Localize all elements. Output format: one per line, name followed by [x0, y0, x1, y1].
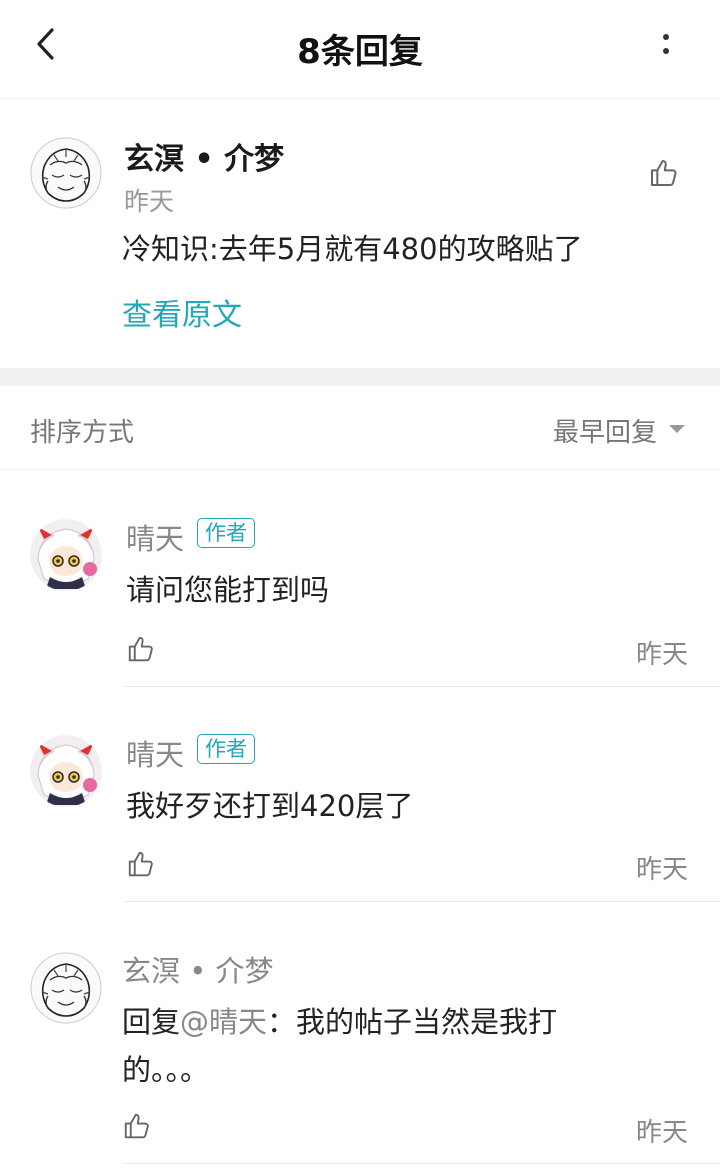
reply-content: 请问您能打到吗 [126, 573, 330, 607]
like-icon[interactable] [126, 848, 156, 880]
more-vertical-icon [663, 34, 669, 40]
like-icon[interactable] [122, 1110, 152, 1142]
op-like-icon[interactable] [648, 156, 680, 190]
reply-text-line2: 的。。。 [122, 1053, 210, 1087]
reply-author-name[interactable]: 晴天 [126, 516, 184, 558]
reply-avatar[interactable] [30, 735, 102, 807]
op-content: 冷知识:去年5月就有480的攻略贴了 [122, 232, 583, 266]
author-badge: 作者 [197, 734, 255, 764]
more-vertical-icon-dot [663, 48, 669, 54]
like-icon[interactable] [126, 633, 156, 665]
caret-down-icon[interactable] [669, 425, 685, 433]
page-title: 8条回复 [297, 32, 423, 72]
avatar-image [30, 735, 102, 807]
reply-timestamp: 昨天 [636, 855, 689, 885]
divider [0, 469, 720, 470]
sort-label: 排序方式 [30, 418, 135, 448]
reply-text-line1: ：我的帖子当然是我打 [267, 1005, 558, 1039]
avatar-image [30, 519, 102, 591]
op-timestamp: 昨天 [124, 187, 175, 216]
reply-timestamp: 昨天 [636, 640, 689, 670]
author-badge: 作者 [197, 518, 255, 548]
reply-prefix: 回复 [122, 1005, 181, 1039]
reply-content: 回复@晴天：我的帖子当然是我打的。。。 [122, 998, 557, 1094]
sort-dropdown[interactable]: 最早回复 [553, 412, 657, 449]
avatar-image [30, 952, 102, 1024]
section-separator [0, 368, 720, 386]
divider [122, 1163, 720, 1164]
more-options-button[interactable] [648, 24, 684, 64]
view-original-link[interactable]: 查看原文 [122, 290, 242, 334]
reply-author-name[interactable]: 晴天 [126, 732, 184, 774]
avatar-image [30, 137, 102, 209]
reply-content: 我好歹还打到420层了 [126, 789, 414, 823]
reply-author-name[interactable]: 玄溟 • 介梦 [122, 948, 274, 990]
reply-avatar[interactable] [30, 519, 102, 591]
reply-timestamp: 昨天 [636, 1118, 689, 1148]
reply-avatar[interactable] [30, 952, 102, 1024]
op-avatar[interactable] [30, 137, 102, 209]
mention-link[interactable]: @晴天 [180, 1005, 267, 1039]
op-author-name[interactable]: 玄溟 • 介梦 [124, 134, 284, 178]
divider [124, 901, 720, 902]
divider [124, 686, 720, 687]
